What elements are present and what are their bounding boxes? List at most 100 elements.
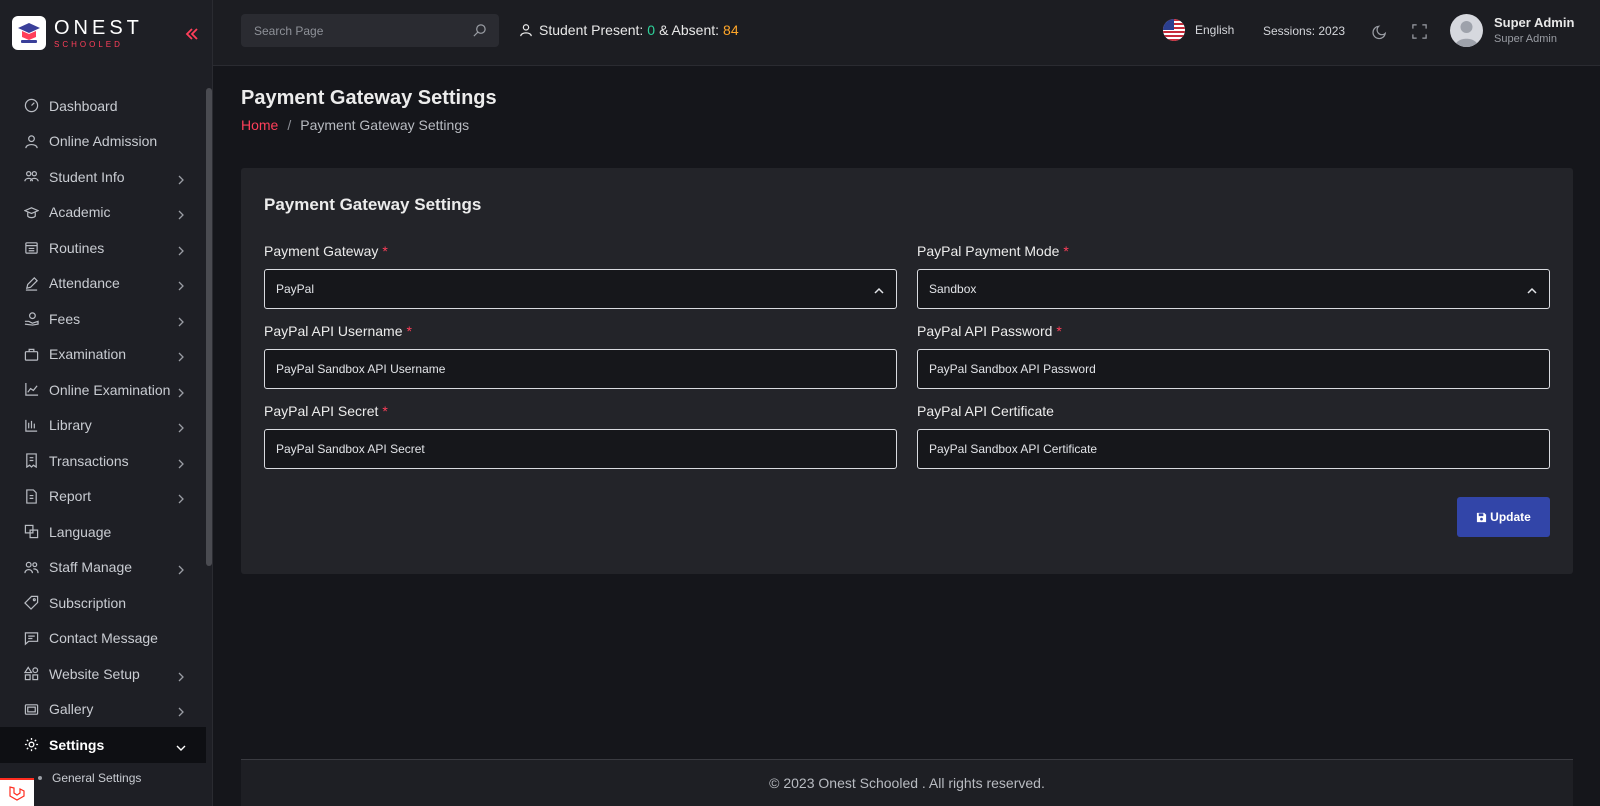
laravel-icon[interactable] bbox=[0, 778, 34, 806]
sidebar-item-label: Settings bbox=[49, 736, 105, 753]
breadcrumb-separator: / bbox=[287, 117, 292, 133]
footer: © 2023 Onest Schooled . All rights reser… bbox=[241, 759, 1573, 806]
user-role: Super Admin bbox=[1494, 33, 1557, 45]
brand-logo[interactable]: ONEST SCHOOLED bbox=[12, 16, 143, 50]
sidebar-item-library[interactable]: Library bbox=[0, 408, 206, 444]
search-icon[interactable] bbox=[472, 23, 487, 38]
topbar: Student Present: 0 & Absent: 84 English … bbox=[213, 0, 1600, 66]
moon-icon[interactable] bbox=[1372, 23, 1389, 40]
sidebar-item-transactions[interactable]: Transactions bbox=[0, 443, 206, 479]
field-value: PayPal Sandbox API Certificate bbox=[929, 442, 1098, 456]
briefcase-icon bbox=[24, 347, 39, 362]
sidebar-item-label: Fees bbox=[49, 310, 81, 327]
present-label: Student Present: bbox=[539, 22, 644, 38]
chevron-right-icon bbox=[176, 456, 186, 469]
translate-icon bbox=[24, 524, 39, 539]
sidebar-nav: Dashboard Online Admission Student Info … bbox=[0, 88, 206, 793]
sidebar-item-subscription[interactable]: Subscription bbox=[0, 585, 206, 621]
select-value: Sandbox bbox=[929, 282, 977, 296]
chevron-right-icon bbox=[176, 172, 186, 185]
sidebar-item-attendance[interactable]: Attendance bbox=[0, 266, 206, 302]
gear-icon bbox=[24, 737, 39, 752]
field-value: PayPal Sandbox API Secret bbox=[276, 442, 425, 456]
paypal-api-certificate-field[interactable]: PayPal Sandbox API Certificate bbox=[917, 429, 1550, 469]
required-mark: * bbox=[1056, 323, 1062, 339]
chart-icon bbox=[24, 382, 39, 397]
payment-gateway-select[interactable]: PayPal bbox=[264, 269, 897, 309]
user-name[interactable]: Super Admin bbox=[1494, 15, 1574, 30]
fullscreen-icon[interactable] bbox=[1411, 23, 1428, 40]
sidebar-item-label: Report bbox=[49, 488, 92, 505]
paypal-api-password-field[interactable]: PayPal Sandbox API Password bbox=[917, 349, 1550, 389]
sidebar-item-label: Online Admission bbox=[49, 133, 158, 150]
document-icon bbox=[24, 489, 39, 504]
sidebar-item-report[interactable]: Report bbox=[0, 479, 206, 515]
required-mark: * bbox=[382, 403, 388, 419]
paypal-api-secret-field[interactable]: PayPal Sandbox API Secret bbox=[264, 429, 897, 469]
field-value: PayPal Sandbox API Password bbox=[929, 362, 1096, 376]
sessions-selector[interactable]: Sessions: 2023 bbox=[1263, 24, 1345, 38]
book-icon bbox=[24, 418, 39, 433]
sidebar-item-label: Attendance bbox=[49, 275, 120, 292]
sidebar-item-label: Staff Manage bbox=[49, 559, 133, 576]
collapse-sidebar-icon[interactable] bbox=[185, 27, 199, 41]
sidebar-scrollbar[interactable] bbox=[206, 88, 212, 566]
money-hand-icon bbox=[24, 311, 39, 326]
chevron-right-icon bbox=[176, 669, 186, 682]
user-icon bbox=[24, 134, 39, 149]
language-selector[interactable]: English bbox=[1163, 19, 1234, 41]
sidebar-item-label: Website Setup bbox=[49, 665, 140, 682]
brand-name: ONEST bbox=[54, 16, 143, 39]
chevron-down-icon bbox=[176, 740, 186, 751]
required-mark: * bbox=[1063, 243, 1069, 259]
chevron-right-icon bbox=[176, 491, 186, 504]
message-icon bbox=[24, 631, 39, 646]
label-text: Payment Gateway bbox=[264, 243, 379, 259]
paypal-payment-mode-select[interactable]: Sandbox bbox=[917, 269, 1550, 309]
sidebar-item-label: Examination bbox=[49, 346, 127, 363]
sidebar-item-examination[interactable]: Examination bbox=[0, 337, 206, 373]
sidebar-item-language[interactable]: Language bbox=[0, 514, 206, 550]
sidebar-item-fees[interactable]: Fees bbox=[0, 301, 206, 337]
search-input[interactable] bbox=[241, 14, 451, 47]
tag-icon bbox=[24, 595, 39, 611]
sidebar-item-contact-message[interactable]: Contact Message bbox=[0, 621, 206, 657]
sidebar-item-label: Student Info bbox=[49, 168, 125, 185]
label-text: PayPal API Secret bbox=[264, 403, 379, 419]
required-mark: * bbox=[382, 243, 388, 259]
field-value: PayPal Sandbox API Username bbox=[276, 362, 446, 376]
sidebar-item-staff-manage[interactable]: Staff Manage bbox=[0, 550, 206, 586]
avatar[interactable] bbox=[1450, 14, 1483, 47]
chevron-up-icon bbox=[1527, 285, 1537, 295]
label-text: PayPal API Certificate bbox=[917, 403, 1054, 419]
bullet-icon bbox=[38, 775, 42, 780]
sidebar-item-website-setup[interactable]: Website Setup bbox=[0, 656, 206, 692]
chevron-right-icon bbox=[176, 314, 186, 327]
sidebar-item-student-info[interactable]: Student Info bbox=[0, 159, 206, 195]
chevron-up-icon bbox=[874, 285, 884, 295]
sidebar-item-label: Language bbox=[49, 523, 112, 540]
paypal-api-username-field[interactable]: PayPal Sandbox API Username bbox=[264, 349, 897, 389]
sidebar-item-label: Gallery bbox=[49, 701, 94, 718]
sidebar-item-online-admission[interactable]: Online Admission bbox=[0, 124, 206, 160]
sidebar-item-online-examination[interactable]: Online Examination bbox=[0, 372, 206, 408]
sidebar-item-gallery[interactable]: Gallery bbox=[0, 692, 206, 728]
update-button[interactable]: Update bbox=[1457, 497, 1550, 537]
sidebar-item-settings[interactable]: Settings bbox=[0, 727, 206, 763]
label-text: PayPal Payment Mode bbox=[917, 243, 1060, 259]
gallery-icon bbox=[24, 702, 39, 717]
sidebar-item-label: Online Examination bbox=[49, 381, 171, 398]
sidebar-item-dashboard[interactable]: Dashboard bbox=[0, 88, 206, 124]
sidebar-item-routines[interactable]: Routines bbox=[0, 230, 206, 266]
paypal-api-username-label: PayPal API Username * bbox=[264, 323, 412, 339]
breadcrumb-current: Payment Gateway Settings bbox=[300, 117, 470, 133]
update-label: Update bbox=[1490, 510, 1531, 524]
sidebar-item-label: Dashboard bbox=[49, 97, 118, 114]
pen-icon bbox=[24, 276, 39, 291]
page-title: Payment Gateway Settings bbox=[241, 87, 497, 109]
chevron-right-icon bbox=[176, 385, 186, 398]
required-mark: * bbox=[406, 323, 412, 339]
students-icon bbox=[24, 169, 39, 184]
sidebar-item-academic[interactable]: Academic bbox=[0, 195, 206, 231]
breadcrumb-home-link[interactable]: Home bbox=[241, 117, 278, 133]
